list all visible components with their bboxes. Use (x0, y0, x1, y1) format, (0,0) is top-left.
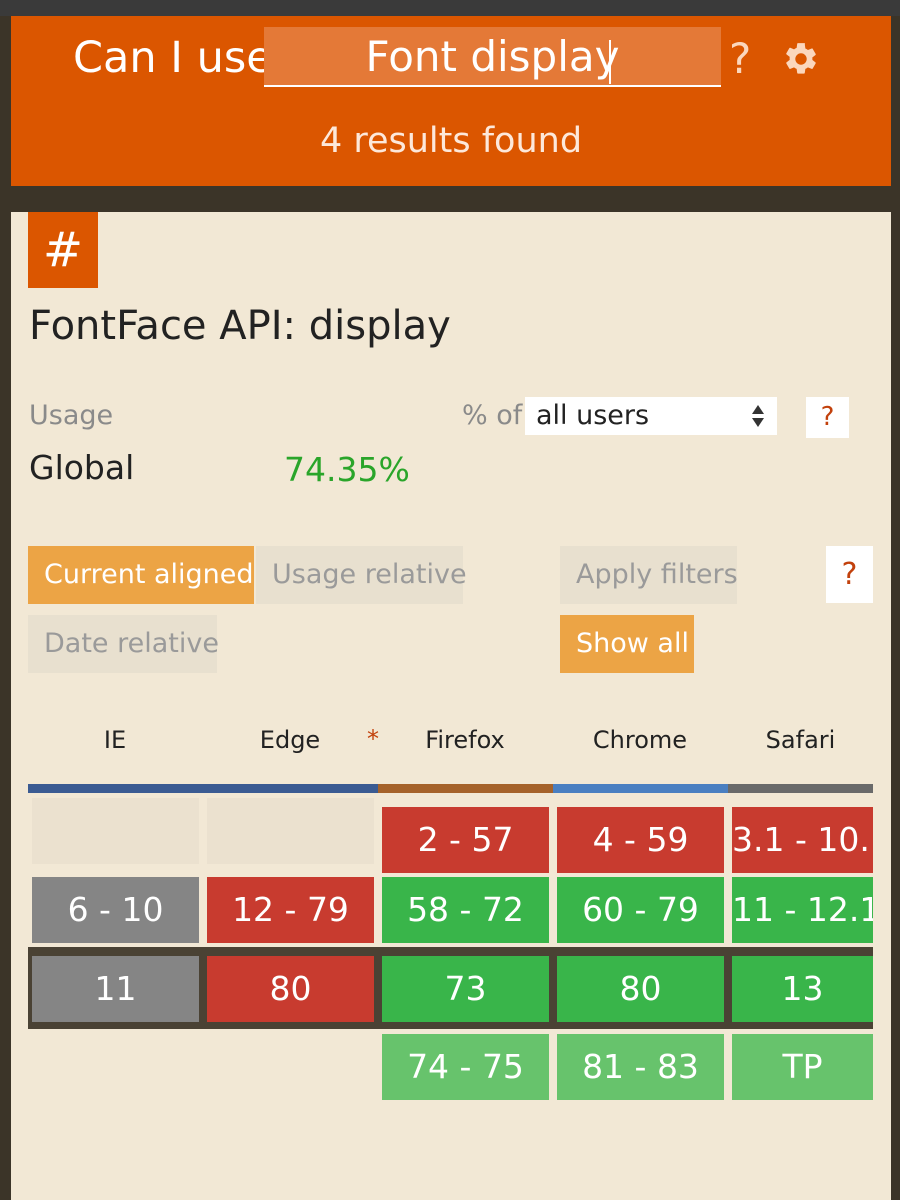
support-cell[interactable]: 60 - 79 (557, 877, 724, 943)
site-logo[interactable]: Can I use (73, 32, 273, 84)
support-cell[interactable]: 11 - 12.1 (732, 877, 873, 943)
support-cell-current[interactable]: 73 (382, 956, 549, 1022)
support-cell-current[interactable]: 13 (732, 956, 873, 1022)
support-cell-current[interactable]: 80 (207, 956, 374, 1022)
support-cell (32, 798, 199, 864)
browser-bar-firefox (378, 784, 553, 793)
support-cell[interactable]: 2 - 57 (382, 807, 549, 873)
support-cell-future[interactable]: TP (732, 1034, 873, 1100)
help-link[interactable]: ? (729, 34, 751, 84)
text-caret (609, 40, 611, 84)
browser-header-firefox: Firefox (425, 726, 505, 754)
global-usage-percent: 74.35% (284, 450, 410, 489)
support-cell[interactable]: 4 - 59 (557, 807, 724, 873)
results-count: 4 results found (319, 121, 583, 161)
usage-help-button[interactable]: ? (806, 397, 849, 438)
global-label: Global (29, 448, 135, 487)
users-select[interactable]: all users (525, 397, 777, 435)
support-cell[interactable]: 6 - 10 (32, 877, 199, 943)
date-relative-button[interactable]: Date relative (28, 615, 219, 673)
usage-label: Usage (29, 400, 114, 431)
browser-bar-ie (28, 784, 203, 793)
percent-of-label: % of (462, 400, 523, 431)
usage-relative-button[interactable]: Usage relative (256, 546, 467, 604)
browser-header-edge: Edge (259, 726, 321, 754)
browser-header-safari: Safari (765, 726, 836, 754)
feature-panel: # FontFace API: display Usage % of all u… (11, 212, 891, 1200)
support-cell (207, 798, 374, 864)
feature-anchor-link[interactable]: # (28, 212, 98, 288)
browser-bar-edge (203, 784, 378, 793)
browser-header-ie: IE (103, 726, 127, 754)
show-all-button[interactable]: Show all (560, 615, 694, 673)
users-select-value: all users (536, 400, 650, 431)
support-cell-future[interactable]: 74 - 75 (382, 1034, 549, 1100)
support-cell[interactable]: 58 - 72 (382, 877, 549, 943)
browser-bar-safari (728, 784, 873, 793)
support-cell[interactable]: 12 - 79 (207, 877, 374, 943)
support-cell-current[interactable]: 80 (557, 956, 724, 1022)
browser-header-chrome: Chrome (592, 726, 688, 754)
gear-icon[interactable] (782, 40, 820, 78)
current-aligned-button[interactable]: Current aligned (28, 546, 254, 604)
filters-help-button[interactable]: ? (826, 546, 873, 603)
status-strip (0, 0, 900, 16)
browser-bar-chrome (553, 784, 728, 793)
feature-title: FontFace API: display (29, 303, 451, 349)
site-header: Can I use ? 4 results found (11, 16, 891, 186)
search-input[interactable] (264, 27, 721, 87)
select-arrows-icon (752, 405, 764, 427)
support-cell-current[interactable]: 11 (32, 956, 199, 1022)
support-cell[interactable]: 3.1 - 10.1 (732, 807, 873, 873)
support-cell-future[interactable]: 81 - 83 (557, 1034, 724, 1100)
apply-filters-button[interactable]: Apply filters (560, 546, 738, 604)
